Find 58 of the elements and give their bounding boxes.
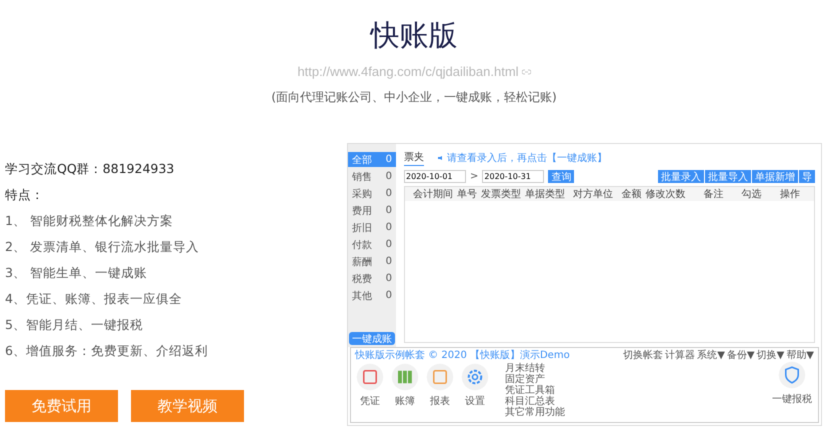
menu-item[interactable]: 系统▼ [697,350,725,361]
features-heading: 特点： [5,186,45,204]
column-header: 单据类型 [525,188,565,201]
url-text: http://www.4fang.com/c/qjdailiban.html [297,64,519,79]
module-button[interactable]: 凭证 [355,363,385,408]
feature-item: 5、智能月结、一键报税 [5,316,144,334]
function-link[interactable]: 其它常用功能 [505,407,565,418]
column-header: 单号 [457,188,477,201]
menu-item[interactable]: 切换▼ [756,350,784,361]
function-link[interactable]: 科目汇总表 [505,396,565,407]
speaker-icon [438,156,443,160]
date-field[interactable]: 2020-10-01 [404,170,466,183]
sidebar-item[interactable]: 薪酬 0 [348,254,396,269]
module-button[interactable]: 账簿 [390,363,420,408]
column-header: 金额 [621,188,642,201]
date-separator: > [470,171,478,182]
feature-item: 6、增值服务：免费更新、介绍返利 [5,342,209,360]
column-header: 操作 [778,188,801,201]
sidebar-item[interactable]: 采购 0 [348,186,396,201]
sidebar-item[interactable]: 税费 0 [348,271,396,286]
menu-item[interactable]: 帮助▼ [786,350,814,361]
column-header: 会计期间 [413,188,453,201]
feature-item: 2、 发票清单、银行流水批量导入 [5,238,200,256]
column-header: 勾选 [742,188,762,201]
module-button[interactable]: 设置 [460,363,490,408]
hint-text: 请查看录入后，再点击【一键成账】 [447,152,607,164]
subtitle: (面向代理记账公司、中小企业，一键成账，轻松记账) [271,89,557,106]
page-title: 快账版 [370,17,458,54]
qq-group-text: 学习交流QQ群：881924933 [5,160,176,178]
function-link[interactable]: 固定资产 [505,374,565,385]
column-header: 对方单位 [572,188,614,201]
tax-button[interactable]: 一键报税 [770,361,814,406]
menu-item[interactable]: 备份▼ [726,350,755,361]
sidebar-item[interactable]: 付款 0 [348,237,396,252]
feature-item: 1、 智能财税整体化解决方案 [5,212,174,230]
menu-item[interactable]: 计算器 [665,350,696,361]
gear-icon [461,363,489,391]
feature-item: 3、 智能生单、一键成账 [5,264,148,282]
menu-item[interactable]: 切换帐套 [623,350,664,361]
column-header: 备注 [702,188,724,201]
document-icon [426,363,454,391]
sidebar-item[interactable]: 折旧 0 [348,220,396,235]
date-field[interactable]: 2020-10-31 [482,170,544,183]
link-icon [522,68,531,74]
module-button[interactable]: 报表 [425,363,455,408]
shield-icon [778,361,806,389]
status-text: 快账版示例帐套 © 2020 【快账版】演示Demo [355,350,570,361]
binder-icon [391,363,419,391]
sidebar-item[interactable]: 其他 0 [348,288,396,303]
column-header: 发票类型 [481,188,521,201]
tab[interactable]: 票夹 [404,150,424,166]
function-link[interactable]: 月末结转 [505,363,565,374]
sidebar-item[interactable]: 费用 0 [348,203,396,218]
column-header: 修改次数 [645,188,686,201]
feature-item: 4、凭证、账簿、报表一应俱全 [5,290,183,308]
function-link[interactable]: 凭证工具箱 [505,385,565,396]
document-icon [356,363,384,391]
sidebar-item[interactable]: 销售 0 [348,169,396,184]
